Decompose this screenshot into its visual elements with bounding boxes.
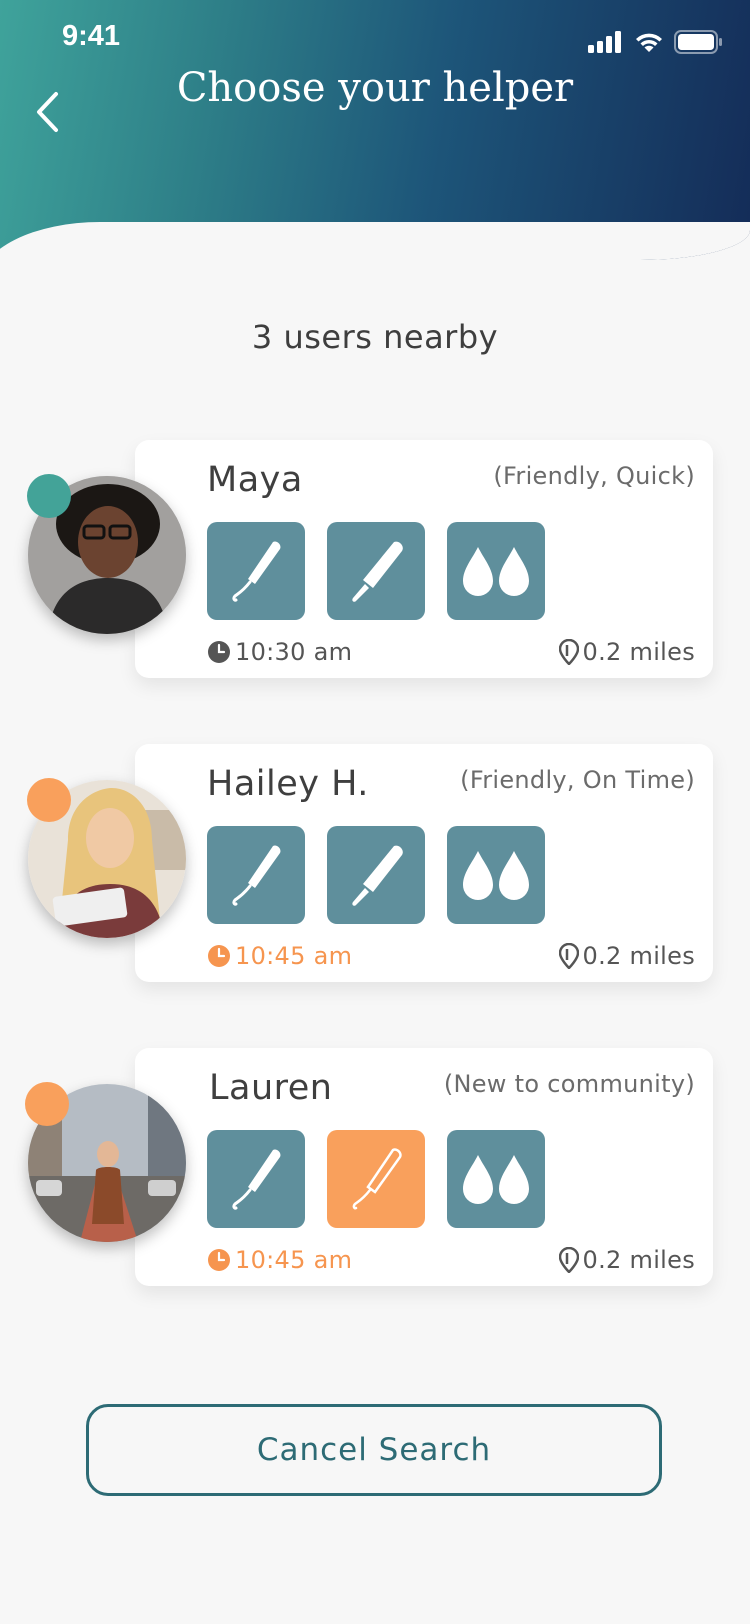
distance-text: 0.2 miles bbox=[582, 638, 695, 666]
clock-icon bbox=[208, 641, 230, 663]
distance: 0.2 miles bbox=[558, 1246, 695, 1274]
tampon-applicator-tile[interactable] bbox=[207, 522, 305, 620]
eta: 10:45 am bbox=[207, 1246, 352, 1274]
tampon-applicator-tile[interactable] bbox=[207, 1130, 305, 1228]
status-dot bbox=[27, 778, 71, 822]
tampon-icon bbox=[352, 1148, 402, 1210]
distance: 0.2 miles bbox=[558, 638, 695, 666]
eta-text: 10:45 am bbox=[235, 1246, 353, 1274]
helper-card-hailey[interactable]: Hailey H. (Friendly, On Time) 10:45 am 0… bbox=[135, 744, 713, 982]
page-title: Choose your helper bbox=[176, 65, 574, 111]
helper-card-lauren[interactable]: Lauren (New to community) 10:45 am 0.2 m… bbox=[135, 1048, 713, 1286]
helper-name: Maya bbox=[207, 460, 303, 500]
location-pin-icon bbox=[558, 1247, 579, 1273]
tampon-applicator-icon bbox=[232, 541, 281, 602]
back-button[interactable] bbox=[22, 82, 72, 142]
distance: 0.2 miles bbox=[558, 942, 695, 970]
location-pin-icon bbox=[558, 943, 579, 969]
helper-traits: (New to community) bbox=[443, 1070, 695, 1098]
eta-text: 10:45 am bbox=[235, 942, 353, 970]
drops-tile[interactable] bbox=[447, 1130, 545, 1228]
eta: 10:45 am bbox=[207, 942, 352, 970]
drops-tile[interactable] bbox=[447, 522, 545, 620]
distance-text: 0.2 miles bbox=[582, 942, 695, 970]
drops-icon bbox=[463, 1155, 529, 1204]
clock-icon bbox=[208, 945, 230, 967]
clock-icon bbox=[208, 1249, 230, 1271]
product-icons bbox=[207, 522, 545, 620]
drops-icon bbox=[463, 547, 529, 596]
tampon-applicator-icon bbox=[232, 845, 281, 906]
drops-icon bbox=[463, 851, 529, 900]
tampon-applicator-icon bbox=[232, 1149, 281, 1210]
signal-icon bbox=[588, 31, 621, 53]
eta: 10:30 am bbox=[207, 638, 352, 666]
drops-tile[interactable] bbox=[447, 826, 545, 924]
status-time: 9:41 bbox=[62, 20, 121, 52]
helper-card-maya[interactable]: Maya (Friendly, Quick) 10:30 am 0.2 mile… bbox=[135, 440, 713, 678]
nearby-count: 3 users nearby bbox=[251, 318, 499, 356]
product-icons bbox=[207, 826, 545, 924]
tampon-applicator-tile[interactable] bbox=[207, 826, 305, 924]
helper-traits: (Friendly, Quick) bbox=[493, 462, 695, 490]
tampon-tile-highlighted[interactable] bbox=[327, 1130, 425, 1228]
cancel-search-button[interactable]: Cancel Search bbox=[86, 1404, 662, 1496]
tampon-icon bbox=[352, 845, 403, 906]
battery-icon bbox=[674, 30, 722, 54]
status-dot bbox=[25, 1082, 69, 1126]
tampon-tile[interactable] bbox=[327, 522, 425, 620]
chevron-left-icon bbox=[37, 92, 58, 132]
helper-name: Hailey H. bbox=[207, 764, 369, 804]
header-curve bbox=[0, 222, 750, 260]
eta-text: 10:30 am bbox=[235, 638, 353, 666]
tampon-icon bbox=[352, 541, 403, 602]
tampon-tile[interactable] bbox=[327, 826, 425, 924]
status-dot bbox=[27, 474, 71, 518]
distance-text: 0.2 miles bbox=[582, 1246, 695, 1274]
helper-traits: (Friendly, On Time) bbox=[460, 766, 695, 794]
status-icons bbox=[588, 30, 722, 54]
helper-name: Lauren bbox=[209, 1068, 333, 1108]
wifi-icon bbox=[636, 33, 662, 52]
product-icons bbox=[207, 1130, 545, 1228]
location-pin-icon bbox=[558, 639, 579, 665]
